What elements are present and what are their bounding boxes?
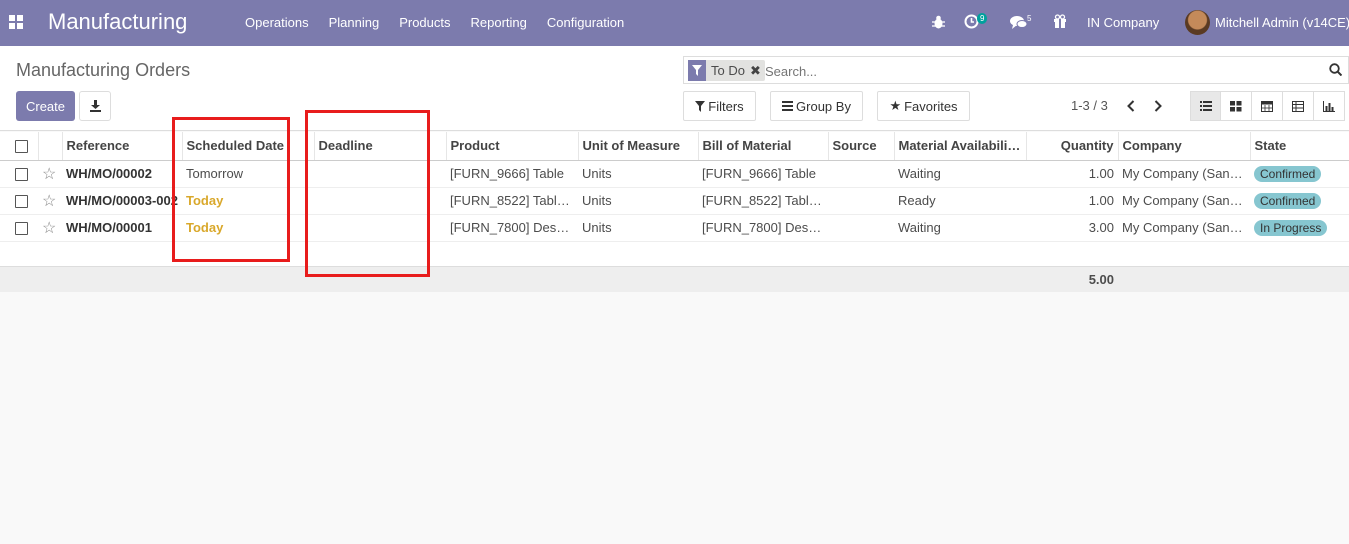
cell-product: [FURN_7800] Des… — [446, 214, 578, 242]
list-view-icon[interactable] — [1190, 91, 1221, 121]
annotation-box-scheduled-date — [172, 117, 290, 262]
cell-availability: Waiting — [894, 214, 1026, 242]
remove-facet-icon[interactable]: ✖ — [750, 63, 765, 79]
cell-availability: Waiting — [894, 160, 1026, 188]
pager-value[interactable]: 1-3 / 3 — [1071, 98, 1108, 113]
search-input[interactable] — [765, 61, 1305, 81]
status-badge: Confirmed — [1254, 165, 1322, 182]
download-icon — [90, 100, 101, 112]
pager-previous-icon[interactable] — [1123, 96, 1139, 116]
filter-facet-icon — [688, 60, 706, 81]
status-badge: In Progress — [1254, 219, 1328, 236]
menu-products[interactable]: Products — [399, 15, 450, 30]
cell-quantity: 1.00 — [1026, 160, 1118, 188]
kanban-view-icon[interactable] — [1221, 91, 1252, 121]
facet-label: To Do — [711, 63, 745, 78]
cell-state: Confirmed — [1250, 160, 1349, 188]
cell-quantity: 1.00 — [1026, 187, 1118, 215]
search-facet-todo: To Do ✖ — [688, 60, 765, 81]
page-title: Manufacturing Orders — [16, 60, 191, 80]
message-count-badge: 5 — [1027, 14, 1032, 23]
menu-planning[interactable]: Planning — [329, 15, 380, 30]
annotation-box-deadline — [305, 110, 430, 277]
status-badge: Confirmed — [1254, 192, 1322, 209]
column-header-source[interactable]: Source — [828, 132, 895, 161]
cell-reference: WH/MO/00001 — [62, 214, 182, 242]
priority-star-icon[interactable]: ☆ — [38, 214, 62, 242]
cell-bom: [FURN_9666] Table — [698, 160, 828, 188]
view-switcher — [1190, 91, 1345, 121]
user-avatar[interactable] — [1185, 10, 1210, 35]
cell-uom: Units — [578, 214, 698, 242]
column-header-company[interactable]: Company — [1118, 132, 1251, 161]
bug-icon[interactable] — [932, 15, 945, 29]
column-header-state[interactable]: State — [1250, 132, 1349, 161]
bars-icon — [782, 101, 794, 111]
menu-reporting[interactable]: Reporting — [471, 15, 527, 30]
cell-quantity: 3.00 — [1026, 214, 1118, 242]
main-menu: Operations Planning Products Reporting C… — [235, 15, 634, 30]
filters-label: Filters — [708, 98, 744, 114]
gift-icon[interactable] — [1053, 14, 1067, 29]
cell-company: My Company (San … — [1118, 214, 1250, 242]
pager-next-icon[interactable] — [1150, 96, 1166, 116]
row-checkbox[interactable] — [0, 187, 38, 215]
export-button[interactable] — [79, 91, 111, 121]
row-checkbox[interactable] — [0, 160, 38, 188]
group-by-button[interactable]: Group By — [770, 91, 863, 121]
search-bar: To Do ✖ — [683, 56, 1349, 84]
search-icon[interactable] — [1329, 63, 1342, 76]
cell-uom: Units — [578, 160, 698, 188]
app-brand[interactable]: Manufacturing — [48, 9, 187, 35]
cell-uom: Units — [578, 187, 698, 215]
column-header-product[interactable]: Product — [446, 132, 579, 161]
pivot-view-icon[interactable] — [1283, 91, 1314, 121]
create-button[interactable]: Create — [16, 91, 75, 121]
group-by-label: Group By — [796, 98, 851, 114]
activity-count-badge: 9 — [977, 13, 988, 24]
company-switcher[interactable]: IN Company — [1087, 15, 1159, 30]
cell-state: In Progress — [1250, 214, 1349, 242]
column-header-unit-of-measure[interactable]: Unit of Measure — [578, 132, 699, 161]
favorites-label: Favorites — [904, 98, 958, 114]
favorites-button[interactable]: ★ Favorites — [877, 91, 970, 121]
cell-source — [828, 187, 894, 215]
user-menu[interactable]: Mitchell Admin (v14CE) — [1215, 15, 1349, 30]
cell-product: [FURN_8522] Tabl… — [446, 187, 578, 215]
cell-bom: [FURN_7800] Des… — [698, 214, 828, 242]
graph-view-icon[interactable] — [1314, 91, 1345, 121]
cell-availability: Ready — [894, 187, 1026, 215]
priority-star-icon[interactable]: ☆ — [38, 187, 62, 215]
column-header-bill-of-material[interactable]: Bill of Material — [698, 132, 829, 161]
star-icon: ★ — [889, 98, 902, 113]
cell-source — [828, 214, 894, 242]
cell-company: My Company (San … — [1118, 160, 1250, 188]
priority-header — [38, 132, 63, 161]
cell-reference: WH/MO/00002 — [62, 160, 182, 188]
cell-company: My Company (San … — [1118, 187, 1250, 215]
select-all-checkbox[interactable] — [0, 132, 39, 161]
filters-button[interactable]: Filters — [683, 91, 756, 121]
cell-source — [828, 160, 894, 188]
top-navbar: Manufacturing Operations Planning Produc… — [0, 0, 1349, 46]
total-quantity: 5.00 — [1026, 266, 1118, 292]
column-header-reference[interactable]: Reference — [62, 132, 183, 161]
column-header-quantity[interactable]: Quantity — [1026, 132, 1119, 161]
priority-star-icon[interactable]: ☆ — [38, 160, 62, 188]
menu-operations[interactable]: Operations — [245, 15, 309, 30]
column-header-material-availability[interactable]: Material Availabili… — [894, 132, 1027, 161]
filter-icon — [695, 100, 706, 112]
cell-state: Confirmed — [1250, 187, 1349, 215]
table-footer: 5.00 — [0, 266, 1349, 292]
calendar-view-icon[interactable] — [1252, 91, 1283, 121]
row-checkbox[interactable] — [0, 214, 38, 242]
cell-reference: WH/MO/00003-002 — [62, 187, 182, 215]
cell-product: [FURN_9666] Table — [446, 160, 578, 188]
menu-configuration[interactable]: Configuration — [547, 15, 624, 30]
cell-bom: [FURN_8522] Tabl… — [698, 187, 828, 215]
apps-menu-icon[interactable] — [9, 15, 23, 29]
